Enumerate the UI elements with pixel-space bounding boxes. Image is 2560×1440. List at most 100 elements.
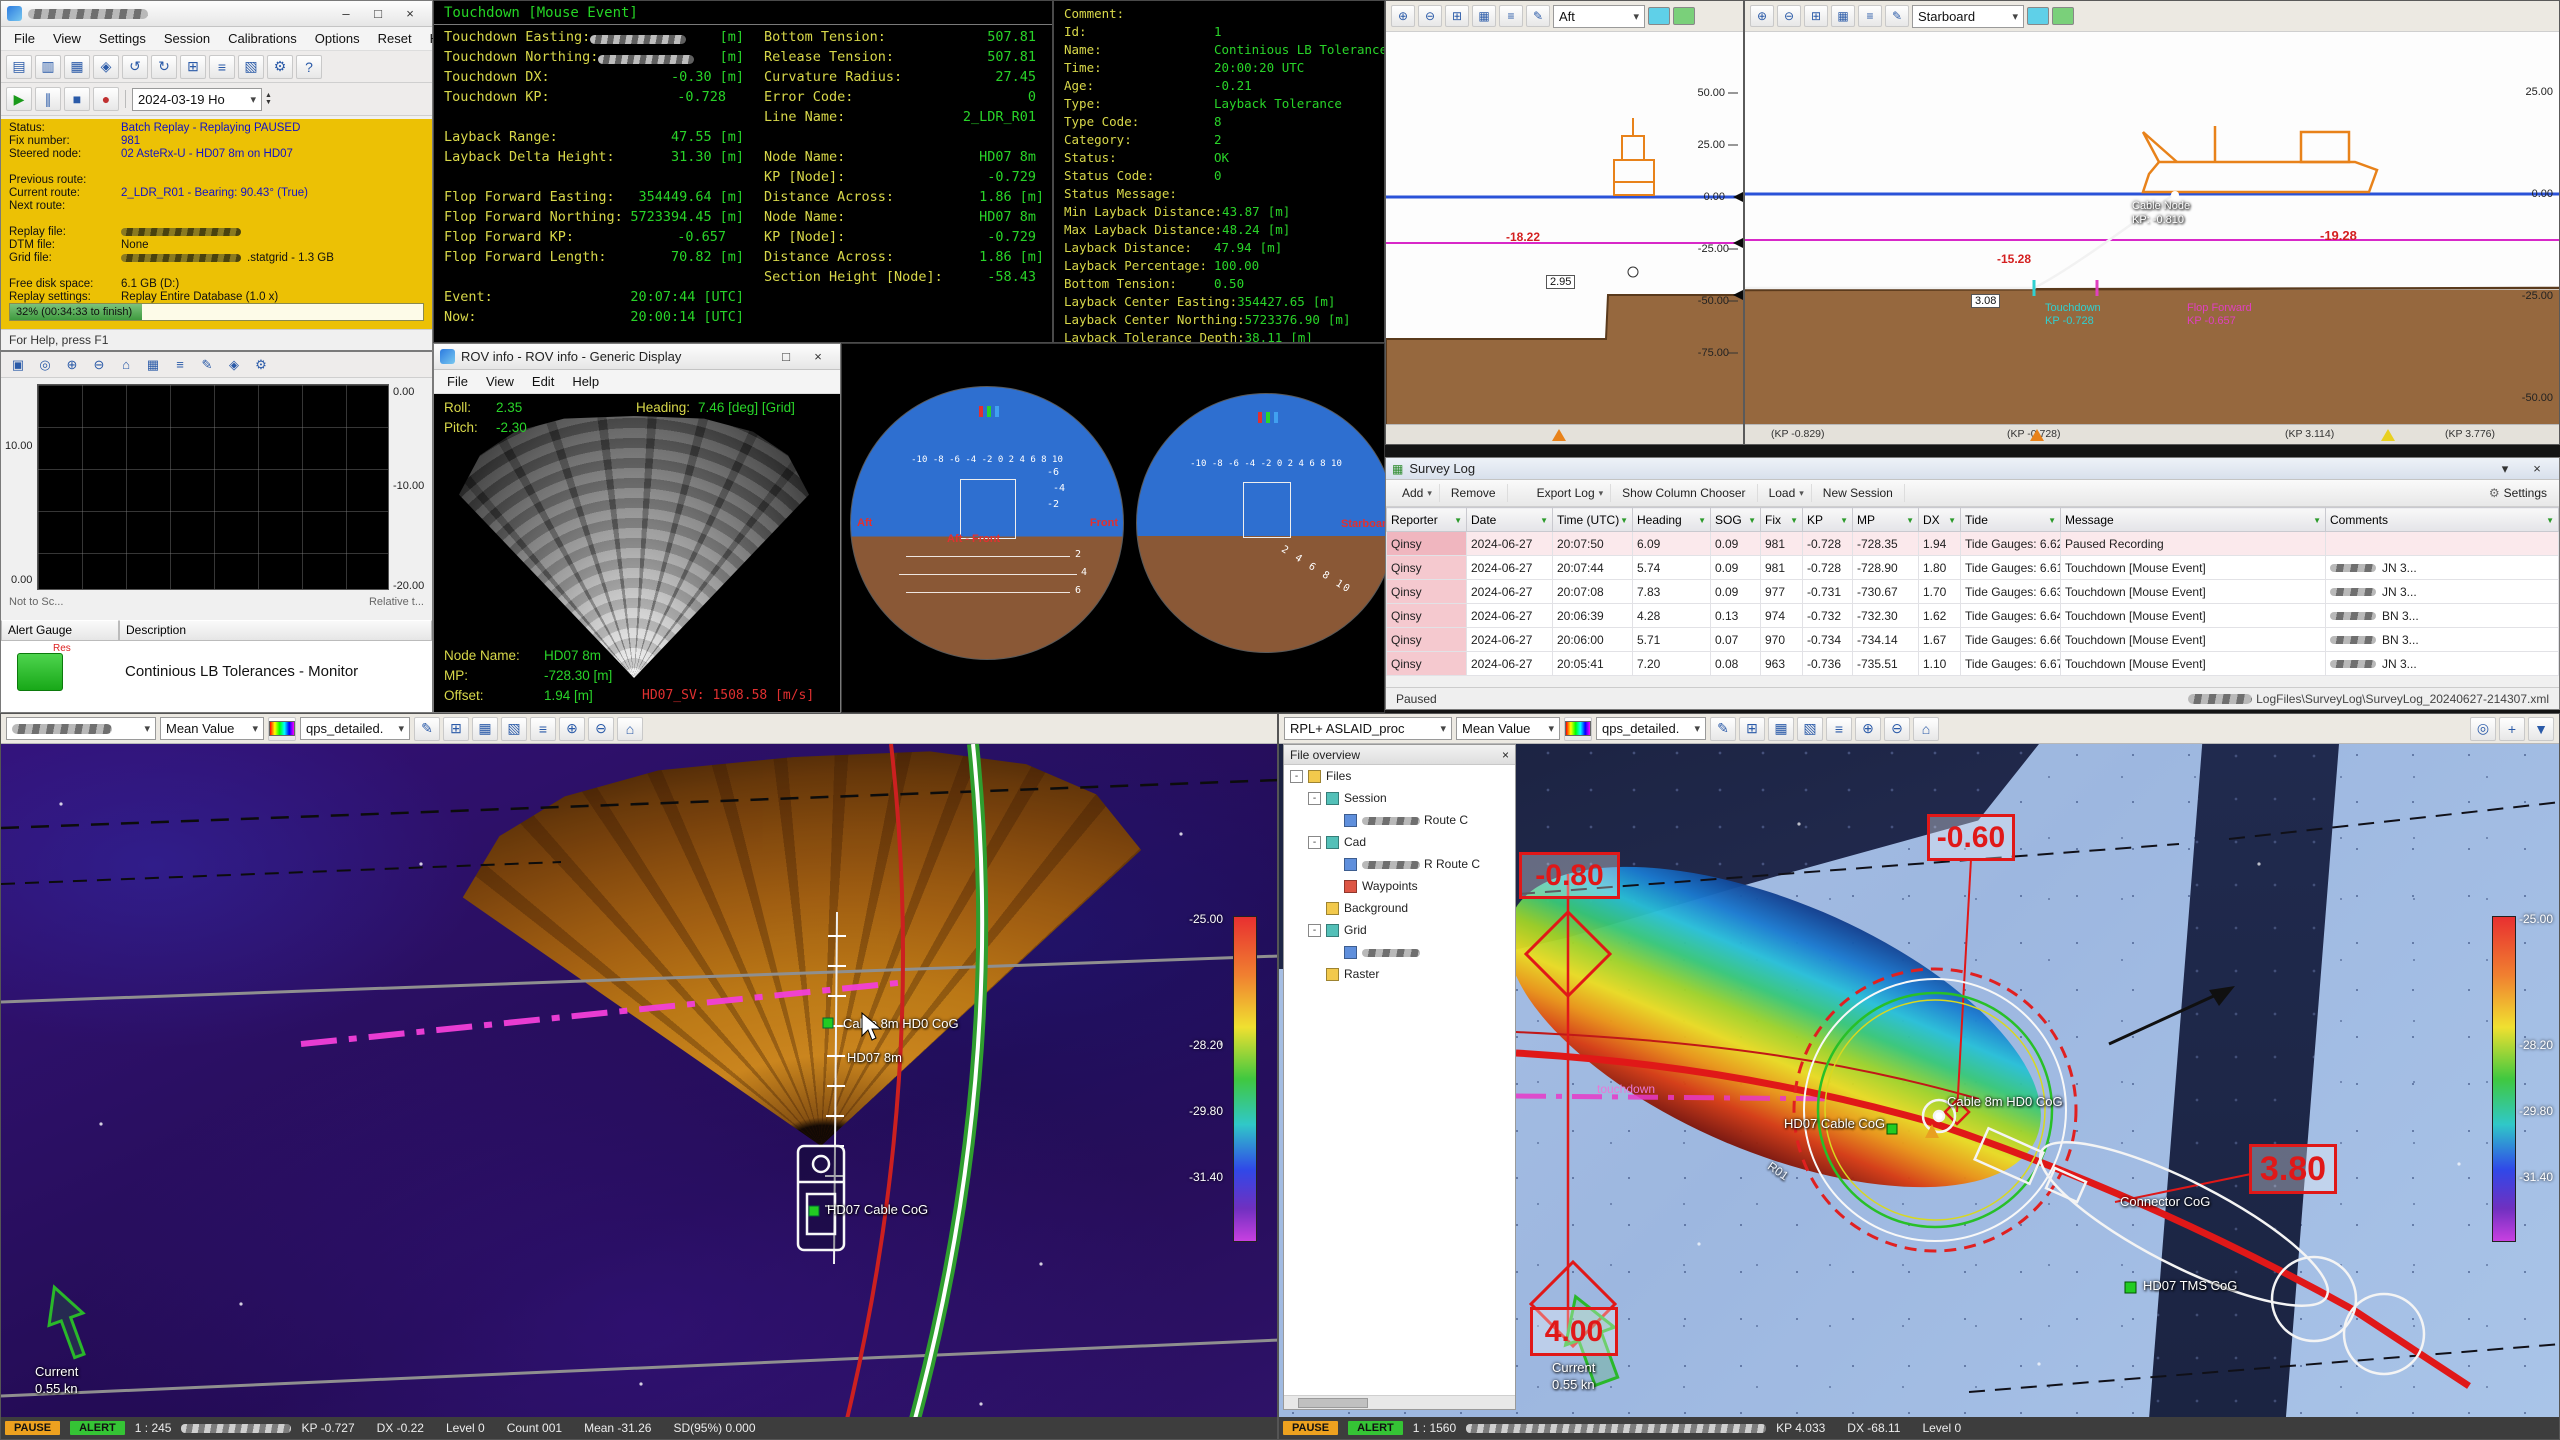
menu-item[interactable]: View [477,372,523,391]
menu-item[interactable]: Calibrations [219,29,306,48]
expand-icon[interactable]: - [1308,836,1321,849]
layers-icon[interactable]: ▦ [472,717,498,741]
column-header[interactable]: SOG▼ [1711,508,1761,532]
zoom-out-icon[interactable]: ⊖ [1777,5,1801,27]
edit-icon[interactable]: ✎ [1710,717,1736,741]
chart-icon[interactable]: ▧ [1797,717,1823,741]
filter-icon[interactable]: ▼ [2048,516,2056,525]
layers-icon[interactable]: ▦ [1768,717,1794,741]
settings-icon[interactable]: ⚙ [267,55,293,79]
survey-toolbar-button[interactable]: Add ▾ [1391,484,1440,502]
alert-gauge-column-header[interactable]: Alert Gauge [1,620,119,641]
zoom-in-icon[interactable]: ⊕ [559,717,585,741]
column-header[interactable]: Message▼ [2061,508,2326,532]
layers-icon[interactable]: ▦ [1831,5,1855,27]
controller-titlebar[interactable]: – □ × [1,1,432,27]
zoom-in-icon[interactable]: ⊕ [1855,717,1881,741]
view-selector-combo[interactable]: Starboard [1912,5,2024,28]
display-mode-icon[interactable] [1673,7,1695,25]
filter-icon[interactable]: ▼ [1698,516,1706,525]
log-row[interactable]: Qinsy 2024-06-27 20:06:00 5.71 0.07 970 … [1387,628,2559,652]
pause-button[interactable]: ∥ [35,87,61,111]
column-header[interactable]: Comments▼ [2326,508,2559,532]
log-row[interactable]: Qinsy 2024-06-27 20:07:08 7.83 0.09 977 … [1387,580,2559,604]
column-header[interactable]: Reporter▼ [1387,508,1467,532]
survey-toolbar-button[interactable]: Load ▾ [1758,484,1812,502]
minimize-button[interactable]: – [330,4,362,24]
chart-icon[interactable]: ▧ [238,55,264,79]
survey-toolbar-button[interactable]: New Session [1812,484,1905,502]
log-row[interactable]: Qinsy 2024-06-27 20:07:50 6.09 0.09 981 … [1387,532,2559,556]
menu-item[interactable]: File [438,372,477,391]
zoom-in-icon[interactable]: ⊕ [1750,5,1774,27]
column-header[interactable]: Time (UTC)▼ [1553,508,1633,532]
survey-toolbar-button[interactable]: Remove [1440,484,1508,502]
horizontal-scrollbar[interactable] [1284,1395,1515,1409]
stop-button[interactable]: ■ [64,87,90,111]
profile-aft-view[interactable]: 50.00 25.00 0.00 -25.00 -50.00 -75.00 2.… [1386,32,1743,424]
tree-item[interactable]: R Route C [1284,853,1515,875]
home-icon[interactable]: ⌂ [1913,717,1939,741]
home-icon[interactable]: ⌂ [617,717,643,741]
list-icon[interactable]: ≡ [1499,5,1523,27]
filter-icon[interactable]: ▼ [1748,516,1756,525]
filter-icon[interactable]: ▼ [1906,516,1914,525]
menu-item[interactable]: Edit [523,372,563,391]
log-row[interactable]: Qinsy 2024-06-27 20:07:44 5.74 0.09 981 … [1387,556,2559,580]
grid-icon[interactable]: ⊞ [1445,5,1469,27]
close-button[interactable]: × [394,4,426,24]
close-button[interactable]: × [2521,460,2553,478]
log-row[interactable]: Qinsy 2024-06-27 20:06:39 4.28 0.13 974 … [1387,604,2559,628]
statistic-combo[interactable]: Mean Value [1456,717,1560,740]
tree-item[interactable]: Raster [1284,963,1515,985]
list-icon[interactable]: ≡ [209,55,235,79]
expand-icon[interactable]: - [1290,770,1303,783]
zoom-in-icon[interactable]: ⊕ [1391,5,1415,27]
close-button[interactable]: × [802,347,834,367]
filter-icon[interactable]: ▼ [1620,516,1628,525]
layers-icon[interactable]: ▦ [1472,5,1496,27]
display-mode-icon[interactable] [2052,7,2074,25]
colormap-button[interactable] [268,717,296,741]
help-icon[interactable]: ? [296,55,322,79]
column-header[interactable]: Fix▼ [1761,508,1803,532]
link-icon[interactable]: ◈ [222,354,246,376]
tree-item[interactable]: - Grid [1284,919,1515,941]
pin-button[interactable]: ▾ [2489,460,2521,478]
edit-icon[interactable]: ✎ [414,717,440,741]
chart-icon[interactable]: ▧ [501,717,527,741]
polar-display-starboard[interactable]: -10 -8 -6 -4 -2 0 2 4 6 8 10 2 4 6 8 10 … [1136,393,1396,653]
rov-titlebar[interactable]: ROV info - ROV info - Generic Display □ … [434,344,840,370]
list-icon[interactable]: ≡ [530,717,556,741]
display-mode-icon[interactable] [2027,7,2049,25]
tree-item[interactable] [1284,941,1515,963]
filter-icon[interactable]: ▼ [1540,516,1548,525]
polar-display-aft-front[interactable]: -10 -8 -6 -4 -2 0 2 4 6 8 10 2 4 6 -2 -4… [850,386,1124,660]
column-header[interactable]: Tide▼ [1961,508,2061,532]
list-icon[interactable]: ≡ [168,354,192,376]
menu-item[interactable]: Session [155,29,219,48]
expand-icon[interactable]: - [1308,924,1321,937]
maximize-button[interactable]: □ [362,4,394,24]
filter-icon[interactable]: ▼ [1840,516,1848,525]
menu-item[interactable]: Settings [90,29,155,48]
file-panel-header[interactable]: File overview × [1284,745,1515,765]
survey-toolbar-button[interactable]: Export Log ▾ [1508,484,1612,502]
settings-button[interactable]: ⚙ Settings [2482,484,2554,502]
display-mode-icon[interactable] [1648,7,1670,25]
filter-icon[interactable]: ▼ [2546,516,2554,525]
tree-item[interactable]: Waypoints [1284,875,1515,897]
zoom-out-icon[interactable]: ⊖ [588,717,614,741]
tree-item[interactable]: Route C [1284,809,1515,831]
select-icon[interactable]: ▣ [6,354,30,376]
grid-file-combo[interactable]: qps_detailed. [1596,717,1706,740]
menu-item[interactable]: Help [563,372,608,391]
grid-icon[interactable]: ⊞ [1804,5,1828,27]
home-icon[interactable]: ⌂ [114,354,138,376]
tree-item[interactable]: Background [1284,897,1515,919]
new-icon[interactable]: ▤ [6,55,32,79]
target-icon[interactable]: ◎ [33,354,57,376]
date-spinner[interactable]: ▲▼ [265,92,272,106]
survey-toolbar-button[interactable]: Show Column Chooser [1611,484,1757,502]
link-icon[interactable]: ◈ [93,55,119,79]
